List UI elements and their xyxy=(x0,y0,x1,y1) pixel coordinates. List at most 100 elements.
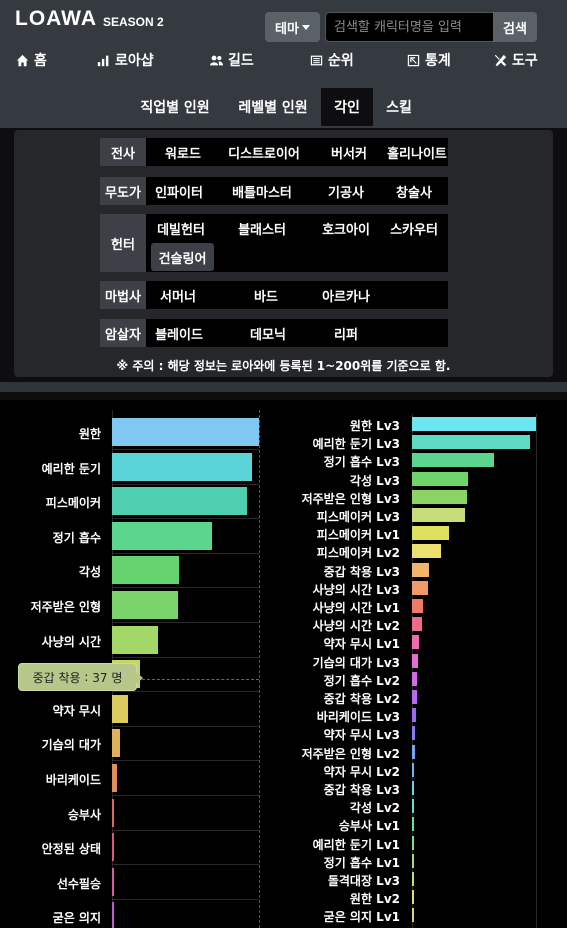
class-item[interactable]: 창술사 xyxy=(382,177,446,205)
bar[interactable] xyxy=(112,867,114,896)
bar[interactable] xyxy=(412,489,467,504)
bar[interactable] xyxy=(112,487,247,516)
class-item[interactable]: 블래스터 xyxy=(222,214,302,242)
chart-row-separator xyxy=(112,725,259,727)
bar[interactable] xyxy=(112,625,158,654)
bar-label: 예리한 둔기 Lv1 xyxy=(312,837,400,852)
class-group-body: 데빌헌터 블래스터 호크아이 스카우터 건슬링어 xyxy=(146,214,448,272)
bar[interactable] xyxy=(412,799,414,814)
class-item[interactable]: 버서커 xyxy=(314,138,384,166)
class-group-title[interactable]: 암살자 xyxy=(100,319,146,347)
nav-tools[interactable]: 도구 xyxy=(494,50,538,70)
class-item[interactable]: 인파이터 xyxy=(146,177,212,205)
bar[interactable] xyxy=(112,452,253,481)
tab-engraving[interactable]: 각인 xyxy=(321,88,373,126)
class-group-title[interactable]: 무도가 xyxy=(100,177,146,205)
nav-home[interactable]: 홈 xyxy=(16,50,47,70)
bar[interactable] xyxy=(112,556,180,585)
bar[interactable] xyxy=(412,690,418,704)
bar[interactable] xyxy=(412,817,414,832)
tooltip-label: 중갑 착용 xyxy=(32,670,81,685)
chart-row-separator xyxy=(112,483,259,485)
bar[interactable] xyxy=(112,729,120,758)
bar[interactable] xyxy=(412,508,465,522)
nav-ranking[interactable]: 순위 xyxy=(310,50,354,70)
bar[interactable] xyxy=(112,833,115,862)
theme-label: 테마 xyxy=(275,21,299,37)
logo[interactable]: LOAWA xyxy=(15,7,97,31)
bar[interactable] xyxy=(412,726,416,741)
class-item-selected[interactable]: 건슬링어 xyxy=(151,243,214,271)
nav-label: 도구 xyxy=(512,53,538,69)
bar-label: 약자 무시 xyxy=(52,703,101,718)
class-item[interactable]: 워로드 xyxy=(151,138,215,166)
class-group-title[interactable]: 전사 xyxy=(100,138,146,166)
bar[interactable] xyxy=(412,526,449,541)
class-item[interactable]: 서머너 xyxy=(146,281,210,309)
class-item[interactable]: 배틀마스터 xyxy=(222,177,302,205)
bar[interactable] xyxy=(112,902,114,928)
class-item[interactable]: 디스트로이어 xyxy=(218,138,310,166)
bar-label: 돌격대장 Lv3 xyxy=(327,874,400,888)
bar-label: 피스메이커 xyxy=(45,496,101,511)
class-item[interactable]: 바드 xyxy=(236,281,296,309)
bar[interactable] xyxy=(412,653,419,668)
bar-label: 안정된 상태 xyxy=(41,842,101,857)
bar-label: 사냥의 시간 Lv2 xyxy=(312,619,400,634)
bar-label: 바리케이드 Lv3 xyxy=(316,710,400,725)
bar[interactable] xyxy=(412,744,415,759)
bar[interactable] xyxy=(412,908,414,923)
bar[interactable] xyxy=(112,694,128,723)
bar[interactable] xyxy=(112,591,178,619)
class-item[interactable]: 기공사 xyxy=(310,177,382,205)
bar-label: 각성 Lv2 xyxy=(349,801,400,816)
bar[interactable] xyxy=(412,671,418,686)
class-item[interactable]: 아르카나 xyxy=(306,281,386,309)
bar[interactable] xyxy=(412,417,536,431)
class-item[interactable]: 리퍼 xyxy=(316,319,376,347)
nav-loashop[interactable]: 로아샵 xyxy=(97,50,154,70)
class-item[interactable]: 데빌헌터 xyxy=(151,214,211,242)
bar[interactable] xyxy=(412,635,420,650)
bar[interactable] xyxy=(412,781,414,795)
nav-guild[interactable]: 길드 xyxy=(210,50,254,70)
bar[interactable] xyxy=(412,872,414,886)
bar[interactable] xyxy=(412,762,414,777)
bar[interactable] xyxy=(412,580,429,595)
bar[interactable] xyxy=(412,471,468,486)
bar[interactable] xyxy=(412,562,430,577)
bar[interactable] xyxy=(412,835,414,850)
tab-class-count[interactable]: 직업별 인원 xyxy=(130,88,220,126)
search-button[interactable]: 검색 xyxy=(493,12,537,42)
bar[interactable] xyxy=(412,853,414,868)
chart-gridline xyxy=(536,414,537,928)
tab-skill[interactable]: 스킬 xyxy=(376,88,422,126)
class-item[interactable]: 홀리나이트 xyxy=(386,138,448,166)
bar[interactable] xyxy=(412,453,494,468)
bar[interactable] xyxy=(112,418,259,446)
bar[interactable] xyxy=(112,764,118,792)
bar[interactable] xyxy=(412,708,417,723)
bar[interactable] xyxy=(412,544,441,559)
class-item[interactable]: 스카우터 xyxy=(382,214,446,242)
chart-row-separator xyxy=(112,898,259,900)
bar-label: 저주받은 인형 Lv2 xyxy=(301,746,400,761)
nav-stats[interactable]: 통계 xyxy=(407,50,451,70)
bar-label: 각성 Lv3 xyxy=(349,473,400,488)
class-item[interactable]: 데모닉 xyxy=(238,319,298,347)
bar[interactable] xyxy=(112,521,213,550)
class-item[interactable]: 호크아이 xyxy=(310,214,382,242)
search-input[interactable] xyxy=(325,12,494,42)
chart-tooltip: 중갑 착용 : 37 명 xyxy=(18,663,143,691)
bar[interactable] xyxy=(112,798,115,827)
class-group-title[interactable]: 마법사 xyxy=(100,281,146,309)
theme-dropdown-button[interactable]: 테마 xyxy=(265,12,320,42)
class-filter-panel: 전사 워로드 디스트로이어 버서커 홀리나이트 무도가 인파이터 배틀마스터 기… xyxy=(14,130,553,377)
class-item[interactable]: 블레이드 xyxy=(146,319,212,347)
bar[interactable] xyxy=(412,435,531,450)
bar[interactable] xyxy=(412,890,414,905)
bar[interactable] xyxy=(412,599,423,613)
tab-level-count[interactable]: 레벨별 인원 xyxy=(228,88,318,126)
bar[interactable] xyxy=(412,617,422,632)
class-group-title[interactable]: 헌터 xyxy=(100,214,146,272)
